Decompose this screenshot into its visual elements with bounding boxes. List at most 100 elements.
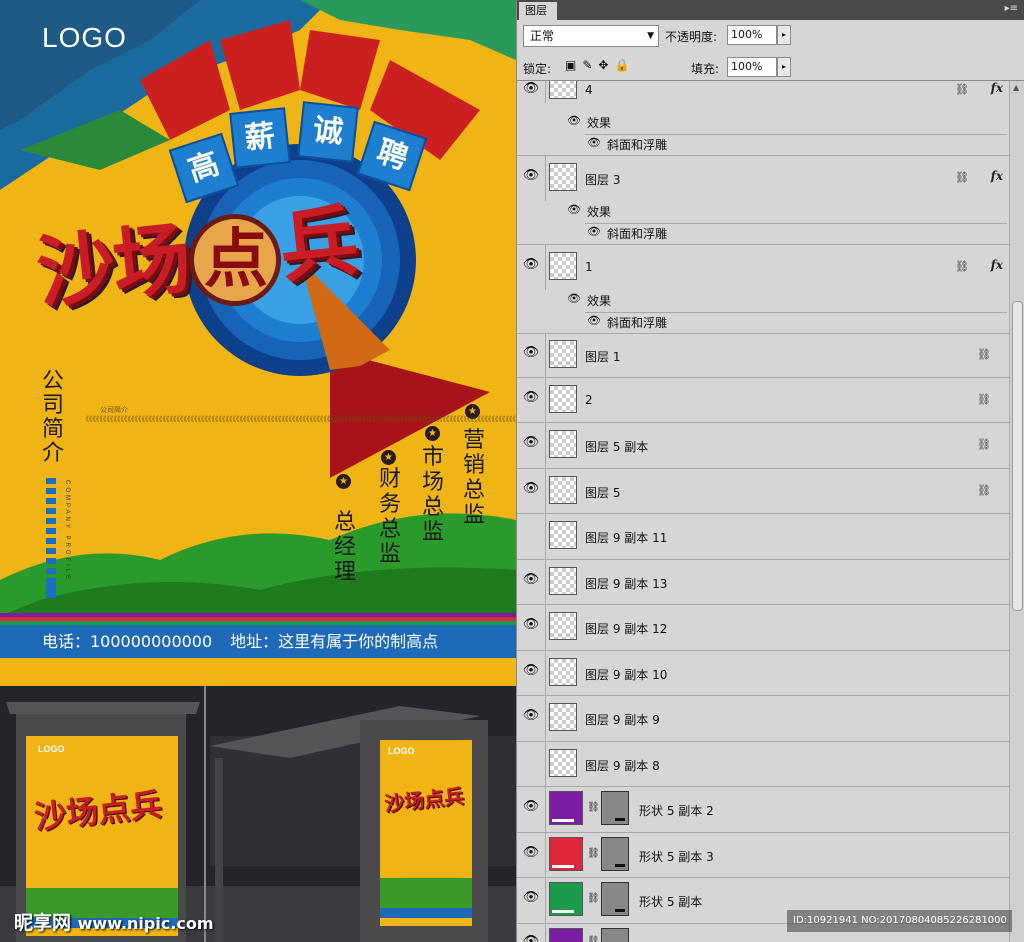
eye-icon[interactable]: 👁 [521,481,541,501]
layer-row[interactable]: 👁 1 ⛓ fx [517,244,1009,290]
tab-layers[interactable]: 图层 [519,2,557,20]
fx-icon[interactable]: fx [991,258,1003,272]
bevel-row[interactable]: 👁 斜面和浮雕 [517,223,1009,245]
eye-icon[interactable]: 👁 [567,203,581,216]
eye-icon[interactable]: 👁 [521,572,541,592]
vector-mask-thumbnail [601,928,629,942]
shape-color-swatch[interactable] [549,791,583,825]
layer-row[interactable]: 👁 ⛓ 形状 5 副本 2 [517,787,1009,833]
layer-name[interactable]: 1 [585,260,593,274]
layer-name[interactable]: 图层 3 [585,171,620,188]
fill-arrow-icon[interactable]: ▸ [777,57,791,77]
layer-name[interactable]: 图层 9 副本 10 [585,666,667,683]
opacity-arrow-icon[interactable]: ▸ [777,25,791,45]
effects-row[interactable]: 👁 效果 [517,290,1009,312]
effects-row[interactable]: 👁 效果 [517,201,1009,223]
eye-icon[interactable]: 👁 [587,314,601,327]
fx-icon[interactable]: fx [991,169,1003,183]
vector-mask-thumbnail [601,791,629,825]
bevel-row[interactable]: 👁 斜面和浮雕 [517,312,1009,334]
panel-menu-icon[interactable]: ▸≡ [1005,3,1018,14]
eye-icon[interactable]: 👁 [521,345,541,365]
layers-scrollbar[interactable]: ▲ [1009,81,1024,942]
layer-row[interactable]: □ 图层 9 副本 11 [517,514,1009,560]
banner-char-2: 薪 [229,107,291,169]
fill-input[interactable]: 100% [727,57,777,77]
poster-background-art [0,0,516,616]
layer-name[interactable]: 4 [585,83,593,97]
eye-hidden-icon[interactable]: □ [521,754,541,774]
layer-row[interactable]: 👁 4 ⛓ fx [517,81,1009,103]
poster-logo: LOGO [42,22,127,53]
fill-label: 填充: [691,62,720,76]
chain-link-icon[interactable]: ⛓ [587,848,600,859]
chain-link-icon[interactable]: ⛓ [587,893,600,904]
layer-row[interactable]: 👁 ⛓ 形状 5 副本 3 [517,833,1009,878]
chain-link-icon[interactable]: ⛓ [587,802,600,813]
layer-row[interactable]: 👁 图层 1 ⛓ [517,333,1009,378]
eye-icon[interactable]: 👁 [521,890,541,910]
eye-icon[interactable]: 👁 [521,663,541,683]
scrollbar-thumb[interactable] [1012,301,1023,611]
layer-name[interactable]: 图层 1 [585,348,620,365]
eye-icon[interactable]: 👁 [567,114,581,127]
shape-color-swatch[interactable] [549,837,583,871]
poster-bottom-margin [0,658,516,686]
mini-poster-right: LOGO 沙场点兵 [380,740,472,926]
layer-name[interactable]: 图层 5 副本 [585,438,648,455]
layer-name[interactable]: 图层 9 副本 13 [585,575,667,592]
layer-name[interactable]: 图层 9 副本 11 [585,529,667,546]
eye-icon[interactable]: 👁 [521,934,541,942]
layer-row[interactable]: 👁 2 ⛓ [517,378,1009,423]
fx-icon[interactable]: fx [991,81,1003,95]
lock-paint-icon[interactable]: ✎ [582,58,598,72]
shape-color-swatch[interactable] [549,882,583,916]
lock-icons: ▣✎✥🔒 [565,58,635,72]
layer-name[interactable]: 图层 9 副本 12 [585,620,667,637]
eye-icon[interactable]: 👁 [521,390,541,410]
layer-name[interactable]: 图层 9 副本 9 [585,711,660,728]
layer-name[interactable]: 图层 5 [585,484,620,501]
watermark-url: www.nipic.com [77,914,214,933]
blend-mode-value: 正常 [530,29,555,43]
lock-transparency-icon[interactable]: ▣ [565,58,582,72]
eye-icon[interactable]: 👁 [587,136,601,149]
layer-row[interactable]: 👁 图层 9 副本 10 [517,651,1009,696]
layer-name[interactable]: 2 [585,393,593,407]
eye-icon[interactable]: 👁 [521,799,541,819]
eye-icon[interactable]: 👁 [521,435,541,455]
layer-name[interactable]: 形状 5 副本 2 [639,802,714,819]
shape-color-swatch[interactable] [549,928,583,942]
layer-name[interactable]: 形状 5 副本 [639,893,702,910]
layer-row[interactable]: 👁 图层 5 ⛓ [517,469,1009,514]
eye-icon[interactable]: 👁 [521,845,541,865]
opacity-input[interactable]: 100% [727,25,777,45]
lock-all-icon[interactable]: 🔒 [614,58,635,72]
effects-row[interactable]: 👁 效果 [517,112,1009,134]
layer-row[interactable]: 👁 图层 5 副本 ⛓ [517,423,1009,469]
blend-mode-select[interactable]: 正常 ▼ [523,25,659,47]
lock-move-icon[interactable]: ✥ [598,58,614,72]
layer-row[interactable]: □ 图层 9 副本 8 [517,742,1009,787]
eye-icon[interactable]: 👁 [521,168,541,188]
link-icon: ⛓ [955,83,969,96]
eye-icon[interactable]: 👁 [521,81,541,101]
bevel-label: 斜面和浮雕 [607,316,668,330]
layer-row[interactable]: 👁 图层 9 副本 9 [517,696,1009,742]
scroll-up-icon[interactable]: ▲ [1013,83,1019,92]
layer-thumbnail [549,385,577,413]
chain-link-icon[interactable]: ⛓ [587,936,600,942]
layer-row[interactable]: 👁 图层 9 副本 13 [517,560,1009,605]
bevel-row[interactable]: 👁 斜面和浮雕 [517,134,1009,156]
poster-footer: 电话：100000000000 地址：这里有属于你的制高点 [0,625,516,658]
layer-row[interactable]: 👁 图层 9 副本 12 [517,605,1009,651]
eye-icon[interactable]: 👁 [567,292,581,305]
eye-hidden-icon[interactable]: □ [521,526,541,546]
eye-icon[interactable]: 👁 [521,708,541,728]
layer-name[interactable]: 形状 5 副本 3 [639,848,714,865]
layer-row[interactable]: 👁 图层 3 ⛓ fx [517,155,1009,201]
eye-icon[interactable]: 👁 [521,257,541,277]
eye-icon[interactable]: 👁 [587,225,601,238]
eye-icon[interactable]: 👁 [521,617,541,637]
layer-name[interactable]: 图层 9 副本 8 [585,757,660,774]
